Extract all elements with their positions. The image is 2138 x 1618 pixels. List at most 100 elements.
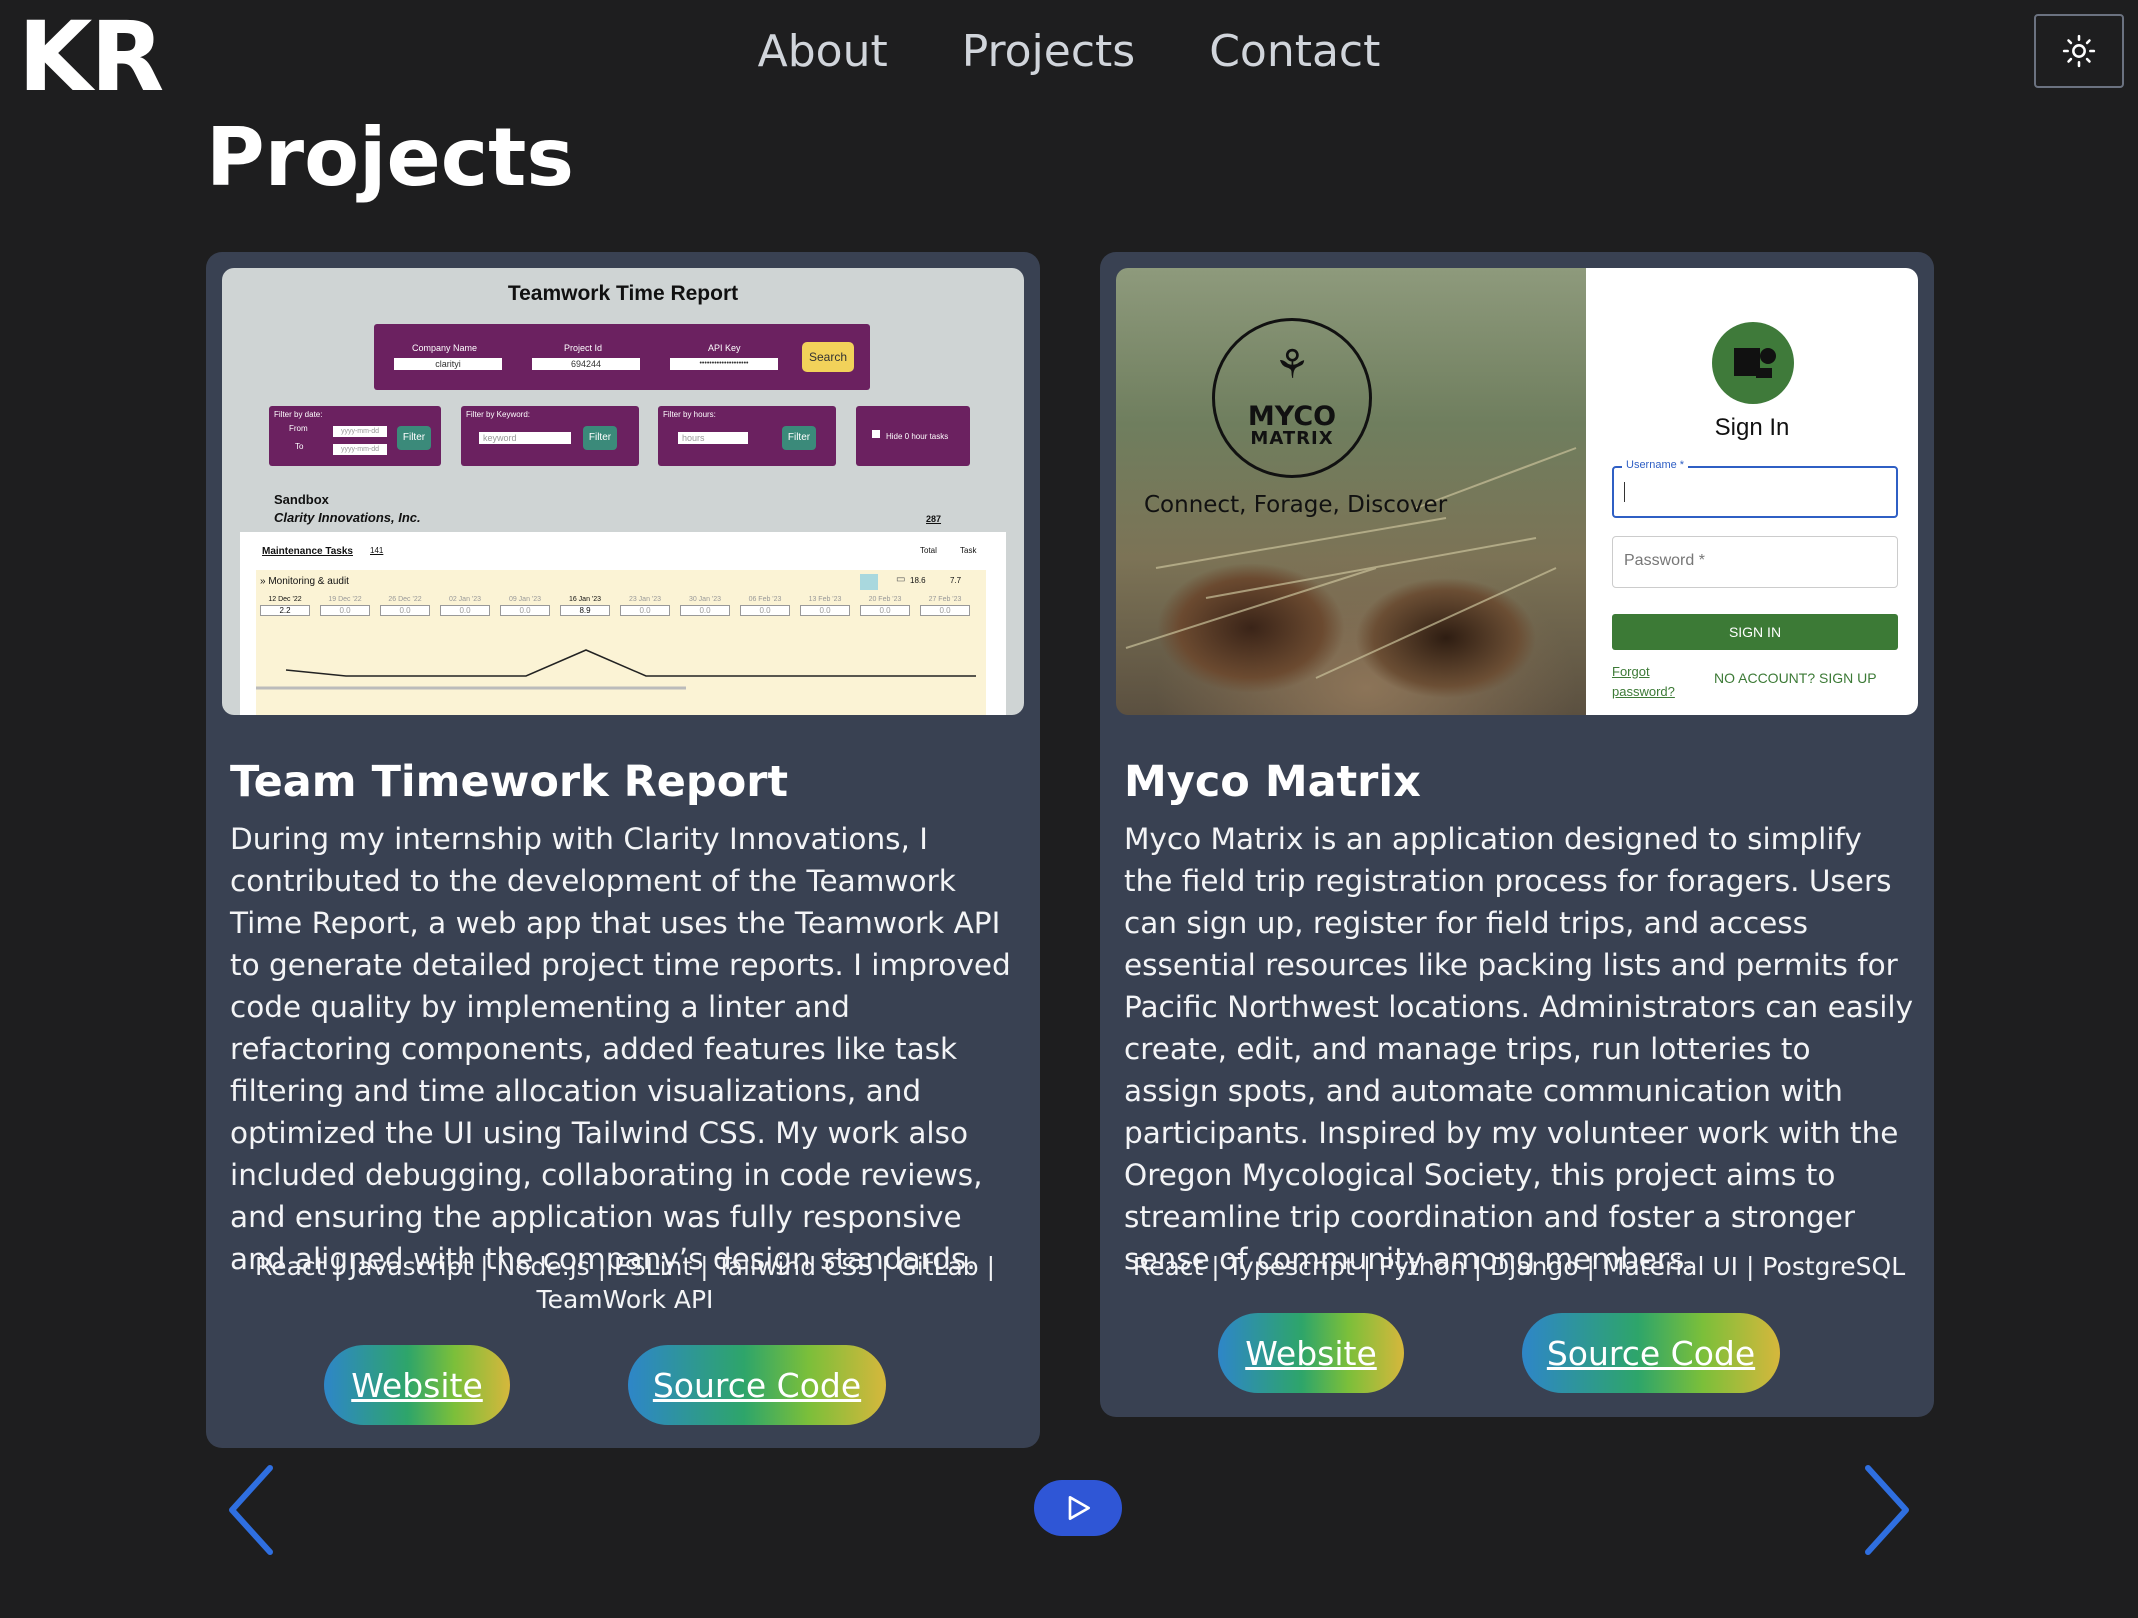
col-total: Total bbox=[920, 546, 937, 555]
project-card-myco: ⚘ MYCO MATRIX Connect, Forage, Discover … bbox=[1100, 252, 1934, 1417]
date-column: 30 Jan '23 0.0 bbox=[680, 596, 730, 616]
tech-stack: React | Typescript | Python | Django | M… bbox=[1132, 1252, 1906, 1281]
project-input: 694244 bbox=[532, 358, 640, 370]
project-label: Project Id bbox=[564, 343, 603, 353]
tasks-label: Maintenance Tasks bbox=[262, 546, 353, 557]
password-input: Password * bbox=[1612, 536, 1898, 588]
date-column: 13 Feb '23 0.0 bbox=[800, 596, 850, 616]
hours-value: 8.9 bbox=[560, 605, 610, 616]
task-row: » Monitoring & audit ▭ 18.6 7.7 12 Dec '… bbox=[256, 570, 986, 715]
hide-zero-checkbox bbox=[872, 430, 880, 438]
website-button[interactable]: Website bbox=[324, 1345, 510, 1425]
company-input: clarityi bbox=[394, 358, 502, 370]
date-label: 26 Dec '22 bbox=[388, 596, 422, 603]
play-icon bbox=[1068, 1496, 1090, 1520]
date-column: 12 Dec '22 2.2 bbox=[260, 596, 310, 616]
mushroom-icon: ⚘ bbox=[1274, 342, 1310, 388]
to-label: To bbox=[295, 442, 304, 451]
filter-button: Filter bbox=[583, 426, 617, 450]
date-label: 06 Feb '23 bbox=[748, 596, 782, 603]
search-panel: Company Name clarityi Project Id 694244 … bbox=[374, 324, 870, 390]
keyword-input: keyword bbox=[479, 432, 571, 444]
mushroom-photo: ⚘ MYCO MATRIX Connect, Forage, Discover bbox=[1116, 268, 1586, 715]
date-label: 16 Jan '23 bbox=[568, 596, 602, 603]
theme-toggle-button[interactable] bbox=[2034, 14, 2124, 88]
date-label: 27 Feb '23 bbox=[928, 596, 962, 603]
chevron-right-icon bbox=[1865, 1465, 1909, 1555]
task-name: » Monitoring & audit bbox=[260, 576, 349, 587]
date-column: 02 Jan '23 0.0 bbox=[440, 596, 490, 616]
folder-icon: ▭ bbox=[896, 574, 906, 585]
nav-contact[interactable]: Contact bbox=[1209, 26, 1380, 77]
source-code-button[interactable]: Source Code bbox=[628, 1345, 886, 1425]
date-label: 02 Jan '23 bbox=[448, 596, 482, 603]
website-button[interactable]: Website bbox=[1218, 1313, 1404, 1393]
hide-zero-panel: Hide 0 hour tasks bbox=[856, 406, 970, 466]
project-title: Myco Matrix bbox=[1124, 757, 1421, 807]
hours-value: 0.0 bbox=[740, 605, 790, 616]
forgot-password-link: Forgot password? bbox=[1612, 664, 1675, 699]
hours-value: 0.0 bbox=[320, 605, 370, 616]
username-label: Username * bbox=[1622, 459, 1689, 471]
date-label: 19 Dec '22 bbox=[328, 596, 362, 603]
hours-value: 0.0 bbox=[500, 605, 550, 616]
page-title: Projects bbox=[206, 111, 575, 204]
filter-button: Filter bbox=[782, 426, 816, 450]
source-code-button[interactable]: Source Code bbox=[1522, 1313, 1780, 1393]
api-label: API Key bbox=[708, 343, 741, 353]
calendar-icon bbox=[860, 574, 878, 590]
keyword-filter-panel: Filter by Keyword: keyword Filter bbox=[461, 406, 639, 466]
filter-button: Filter bbox=[397, 426, 431, 450]
from-label: From bbox=[289, 424, 308, 433]
hours-value: 0.0 bbox=[860, 605, 910, 616]
task-task: 7.7 bbox=[950, 576, 962, 585]
nav-about[interactable]: About bbox=[758, 26, 888, 77]
sun-icon bbox=[2062, 34, 2096, 68]
date-label: 13 Feb '23 bbox=[808, 596, 842, 603]
hours-filter-panel: Filter by hours: hours Filter bbox=[658, 406, 836, 466]
date-column: 06 Feb '23 0.0 bbox=[740, 596, 790, 616]
company-total: 287 bbox=[926, 514, 942, 524]
date-column: 20 Feb '23 0.0 bbox=[860, 596, 910, 616]
sandbox-label: Sandbox bbox=[274, 492, 329, 507]
signup-link: NO ACCOUNT? SIGN UP bbox=[1714, 670, 1877, 686]
project-description: Myco Matrix is an application designed t… bbox=[1124, 822, 1914, 1276]
company-label: Company Name bbox=[412, 343, 478, 353]
date-filter-label: Filter by date: bbox=[274, 410, 323, 419]
date-label: 20 Feb '23 bbox=[868, 596, 902, 603]
company-full-name: Clarity Innovations, Inc. bbox=[274, 510, 421, 525]
screenshot-title: Teamwork Time Report bbox=[507, 282, 739, 305]
keyword-filter-label: Filter by Keyword: bbox=[466, 410, 531, 419]
signin-title: Sign In bbox=[1714, 414, 1790, 441]
hours-value: 2.2 bbox=[260, 605, 310, 616]
hours-input: hours bbox=[678, 432, 748, 444]
project-card-teamwork: Teamwork Time Report Company Name clarit… bbox=[206, 252, 1040, 1448]
password-label: Password * bbox=[1624, 552, 1705, 569]
date-filter-panel: Filter by date: From To yyyy-mm-dd yyyy-… bbox=[269, 406, 441, 466]
from-input: yyyy-mm-dd bbox=[333, 426, 387, 437]
date-column: 27 Feb '23 0.0 bbox=[920, 596, 970, 616]
date-label: 30 Jan '23 bbox=[688, 596, 722, 603]
search-button: Search bbox=[802, 342, 854, 372]
text-cursor bbox=[1624, 482, 1625, 502]
col-task: Task bbox=[960, 546, 977, 555]
username-input: Username * bbox=[1612, 459, 1898, 518]
carousel-play-button[interactable] bbox=[1034, 1480, 1122, 1536]
task-total: 18.6 bbox=[910, 576, 926, 585]
hours-value: 0.0 bbox=[680, 605, 730, 616]
date-column: 23 Jan '23 0.0 bbox=[620, 596, 670, 616]
logo-line2: MATRIX bbox=[1250, 428, 1334, 449]
hours-filter-label: Filter by hours: bbox=[663, 410, 716, 419]
date-label: 12 Dec '22 bbox=[268, 596, 302, 603]
carousel-next-button[interactable] bbox=[1856, 1462, 1916, 1562]
hide-zero-label: Hide 0 hour tasks bbox=[886, 432, 949, 441]
myco-logo: ⚘ MYCO MATRIX bbox=[1212, 318, 1372, 478]
date-column: 16 Jan '23 8.9 bbox=[560, 596, 610, 616]
carousel-prev-button[interactable] bbox=[222, 1462, 282, 1562]
tech-stack: React | Javascript | Node.js | ESLint | … bbox=[254, 1252, 996, 1314]
nav-projects[interactable]: Projects bbox=[962, 26, 1135, 77]
date-label: 23 Jan '23 bbox=[628, 596, 662, 603]
signin-form: Sign In Username * Password * SIGN IN Fo… bbox=[1586, 268, 1918, 715]
teamwork-screenshot: Teamwork Time Report Company Name clarit… bbox=[222, 268, 1024, 715]
project-title: Team Timework Report bbox=[230, 757, 789, 807]
